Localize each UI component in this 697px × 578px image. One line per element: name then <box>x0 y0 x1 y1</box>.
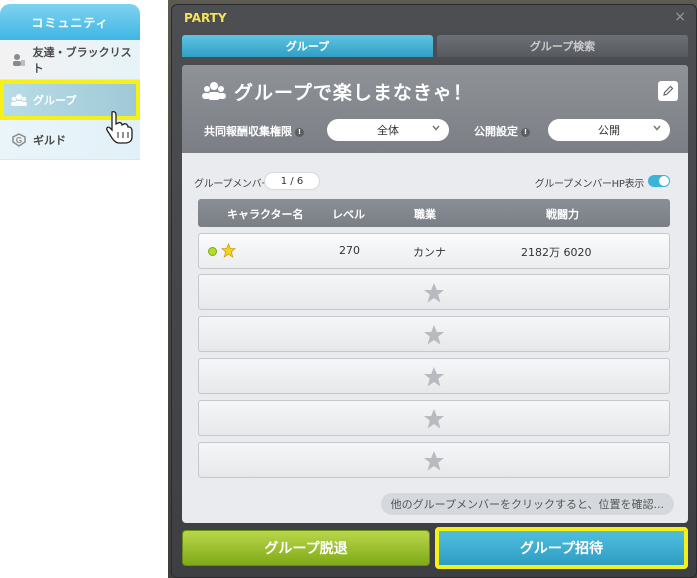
chevron-down-icon <box>653 125 661 131</box>
window-title: PARTY <box>184 11 227 25</box>
member-table-header: キャラクター名 レベル 職業 戦闘力 <box>198 199 670 227</box>
column-header-job: 職業 <box>414 208 436 221</box>
member-power: 2182万 6020 <box>521 246 592 259</box>
column-header-level: レベル <box>332 208 365 221</box>
member-level: 270 <box>339 244 360 257</box>
member-job: カンナ <box>413 246 446 259</box>
tab-group-search[interactable]: グループ検索 <box>437 35 688 57</box>
chevron-down-icon <box>432 125 440 131</box>
tab-group[interactable]: グループ <box>182 35 433 57</box>
public-setting-dropdown[interactable]: 公開 <box>548 119 670 141</box>
friend-icon <box>11 52 27 68</box>
empty-slot-star-icon <box>424 283 444 303</box>
group-icon <box>202 82 226 100</box>
empty-slot-star-icon <box>424 451 444 471</box>
reward-permission-label: 共同報酬収集権限! <box>204 123 304 139</box>
location-hint: 他のグループメンバーをクリックすると、位置を確認... <box>380 493 674 515</box>
member-row[interactable]: 270 カンナ 2182万 6020 <box>198 233 670 269</box>
party-window: PARTY × グループ グループ検索 グループで楽しまなきゃ！ 共同報酬収集権… <box>171 4 697 578</box>
hp-display-toggle[interactable] <box>648 175 670 187</box>
group-panel: グループで楽しまなきゃ！ 共同報酬収集権限! 全体 公開設定! 公開 グループメ… <box>182 65 688 523</box>
member-list-bar: グループメンバーリスト 1 / 6 グループメンバーHP表示 <box>194 172 670 192</box>
empty-slot-row <box>198 358 670 394</box>
sidebar-item-label: ギルド <box>33 133 66 147</box>
pencil-icon <box>663 85 674 96</box>
svg-text:G: G <box>16 136 22 145</box>
info-icon[interactable]: ! <box>295 127 304 137</box>
empty-slot-star-icon <box>424 409 444 429</box>
leader-star-icon <box>221 243 236 258</box>
leave-group-button[interactable]: グループ脱退 <box>182 530 430 566</box>
public-setting-text: 公開設定 <box>474 125 518 138</box>
empty-slot-row <box>198 274 670 310</box>
empty-slot-row <box>198 400 670 436</box>
empty-slot-row <box>198 442 670 478</box>
guild-icon: G <box>11 132 27 148</box>
invite-group-button[interactable]: グループ招待 <box>435 527 688 569</box>
empty-slot-star-icon <box>424 325 444 345</box>
hp-display-label: グループメンバーHP表示 <box>534 179 645 190</box>
group-name: グループで楽しまなきゃ！ <box>234 82 473 104</box>
column-header-power: 戦闘力 <box>546 208 579 221</box>
sidebar-item-friends[interactable]: 友達・ブラックリスト <box>0 40 140 80</box>
tab-bar: グループ グループ検索 <box>182 35 688 57</box>
sidebar-item-label: グループ <box>33 93 77 107</box>
member-count: 1 / 6 <box>264 172 320 190</box>
empty-slot-star-icon <box>424 367 444 387</box>
column-header-name: キャラクター名 <box>227 208 304 221</box>
group-header: グループで楽しまなきゃ！ 共同報酬収集権限! 全体 公開設定! 公開 <box>182 65 688 153</box>
community-header: コミュニティ <box>0 4 140 40</box>
edit-name-button[interactable] <box>658 81 678 101</box>
reward-permission-text: 共同報酬収集権限 <box>204 125 292 138</box>
reward-permission-value: 全体 <box>377 124 399 137</box>
info-icon[interactable]: ! <box>521 127 530 137</box>
reward-permission-dropdown[interactable]: 全体 <box>327 119 449 141</box>
online-status-icon <box>208 247 217 256</box>
empty-slot-row <box>198 316 670 352</box>
sidebar-item-label: 友達・ブラックリスト <box>32 45 132 75</box>
close-icon[interactable]: × <box>674 9 686 25</box>
community-panel: コミュニティ 友達・ブラックリスト グループ G ギルド <box>0 4 140 162</box>
public-setting-label: 公開設定! <box>474 123 530 139</box>
group-icon <box>11 92 27 108</box>
hand-cursor-icon <box>106 110 133 144</box>
public-setting-value: 公開 <box>598 124 620 137</box>
